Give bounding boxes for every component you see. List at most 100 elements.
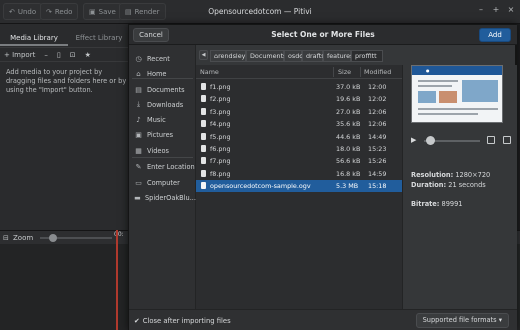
image-file-icon: [201, 145, 206, 152]
main-titlebar: ↶ Undo ↷ Redo ▣ Save ▤ Render Opensource…: [0, 0, 520, 24]
zoom-label: Zoom: [13, 234, 34, 242]
file-name: f4.png: [210, 120, 231, 129]
remove-icon[interactable]: –: [44, 51, 48, 59]
place-music[interactable]: ♪ Music: [129, 112, 196, 127]
file-preview: ● ▶ Resolution: 1280×720 Duration: 21 se…: [402, 65, 517, 309]
file-list: Name Size Modified f1.png 37.0 kB 12:00 f2.…: [196, 65, 402, 309]
close-after-import-checkbox[interactable]: ✔ Close after importing files: [134, 317, 231, 325]
film-icon: ▦: [135, 146, 142, 155]
dialog-header: Cancel Select One or More Files Add: [129, 25, 517, 45]
image-file-icon: [201, 107, 206, 115]
file-modified: 12:06: [368, 120, 387, 129]
path-scroll-left-icon[interactable]: ◀: [199, 50, 208, 60]
video-file-icon: [201, 182, 206, 190]
file-size: 35.6 kB: [336, 120, 361, 129]
place-label: Home: [147, 69, 167, 78]
star-icon[interactable]: ★: [85, 51, 91, 59]
file-modified: 12:06: [368, 107, 387, 116]
close-window-icon[interactable]: ×: [506, 5, 516, 15]
place-home[interactable]: ⌂ Home: [129, 66, 196, 81]
file-name: f2.png: [210, 95, 231, 104]
place-videos[interactable]: ▦ Videos: [129, 143, 196, 158]
file-row[interactable]: f5.png 44.6 kB 14:49: [196, 131, 402, 143]
path-crumb-drafts[interactable]: drafts: [302, 50, 325, 62]
file-name: f3.png: [210, 107, 231, 116]
image-file-icon: [201, 120, 206, 128]
place-label: Videos: [147, 146, 169, 155]
camera-icon: ▣: [135, 130, 142, 139]
volume-icon[interactable]: [503, 136, 511, 144]
place-documents[interactable]: ▤ Documents: [129, 82, 196, 97]
preview-seek-handle[interactable]: [425, 136, 435, 145]
path-crumb-documents[interactable]: Documents: [246, 50, 286, 62]
column-name[interactable]: Name: [200, 68, 219, 76]
file-modified: 12:02: [368, 95, 387, 104]
fullscreen-icon[interactable]: [487, 136, 495, 144]
dropdown-arrow-icon: ▾: [498, 316, 502, 324]
file-size: 18.0 kB: [336, 145, 361, 153]
file-row[interactable]: opensourcedotcom-sample.ogv 5.3 MB 15:18: [196, 180, 402, 193]
file-row[interactable]: f3.png 27.0 kB 12:06: [196, 106, 402, 118]
preview-controls: ▶: [411, 135, 511, 147]
file-size: 27.0 kB: [336, 107, 361, 116]
import-button[interactable]: + Import: [4, 51, 35, 59]
column-modified[interactable]: Modified: [364, 68, 391, 76]
path-crumb-features[interactable]: features: [323, 50, 353, 62]
file-chooser-dialog: Cancel Select One or More Files Add ◷ Rec…: [128, 24, 517, 330]
download-icon: ⤓: [136, 100, 141, 108]
maximize-icon[interactable]: +: [491, 5, 501, 15]
drive-icon: ▭: [135, 178, 142, 187]
zoom-slider-handle[interactable]: [49, 234, 57, 242]
media-library-hint: Add media to your project by dragging fi…: [6, 68, 127, 94]
image-file-icon: [201, 95, 206, 103]
path-bar: ◀ ⌂rendsley Documents osdc drafts features pr…: [196, 45, 517, 64]
place-label: Computer: [147, 178, 180, 187]
place-recent[interactable]: ◷ Recent: [129, 51, 196, 66]
file-row[interactable]: f1.png 37.0 kB 12:00: [196, 81, 402, 93]
add-button[interactable]: Add: [479, 28, 511, 42]
path-crumb-rendsley[interactable]: ⌂rendsley: [210, 50, 246, 62]
import-label: Import: [12, 50, 36, 59]
place-pictures[interactable]: ▣ Pictures: [129, 127, 196, 142]
file-name: f1.png: [210, 83, 231, 91]
checkmark-icon: ✔: [134, 317, 140, 325]
place-spideroakblu[interactable]: ▬ SpiderOakBlu...: [129, 190, 196, 205]
file-row[interactable]: f4.png 35.6 kB 12:06: [196, 118, 402, 130]
music-icon: ♪: [136, 115, 141, 124]
file-format-filter-dropdown[interactable]: Supported file formats ▾: [415, 313, 509, 328]
file-row[interactable]: f6.png 18.0 kB 15:23: [196, 143, 402, 155]
place-downloads[interactable]: ⤓ Downloads: [129, 97, 196, 112]
minimize-icon[interactable]: –: [476, 5, 486, 15]
place-enter-location[interactable]: ✎ Enter Location: [129, 159, 196, 174]
place-label: Enter Location: [147, 162, 195, 171]
duration-info: Duration: 21 seconds: [411, 181, 486, 189]
panel-tabs: Media Library Effect Library: [0, 30, 130, 46]
properties-icon[interactable]: ▯: [57, 51, 61, 59]
dialog-footer: ✔ Close after importing files Supported …: [129, 309, 517, 330]
column-size[interactable]: Size: [338, 68, 351, 76]
play-icon[interactable]: ▶: [411, 136, 416, 144]
place-computer[interactable]: ▭ Computer: [129, 175, 196, 190]
path-crumb-proffitt[interactable]: proffitt: [351, 50, 383, 62]
file-row[interactable]: f7.png 56.6 kB 15:26: [196, 155, 402, 167]
path-crumb-osdc[interactable]: osdc: [284, 50, 303, 62]
file-name: f7.png: [210, 157, 231, 166]
file-size: 16.8 kB: [336, 169, 361, 178]
file-row[interactable]: f8.png 16.8 kB 14:59: [196, 168, 402, 180]
window-title: Opensourcedotcom — Pitivi: [208, 7, 312, 16]
file-size: 56.6 kB: [336, 157, 361, 166]
tab-effect-library[interactable]: Effect Library: [68, 30, 130, 46]
insert-icon[interactable]: ⊡: [70, 51, 76, 59]
close-after-import-label: Close after importing files: [142, 317, 231, 325]
file-modified: 12:00: [368, 83, 387, 91]
place-label: Documents: [147, 85, 185, 94]
file-size: 19.6 kB: [336, 95, 361, 104]
file-row[interactable]: f2.png 19.6 kB 12:02: [196, 93, 402, 105]
playhead[interactable]: [116, 230, 118, 330]
tab-media-library[interactable]: Media Library: [0, 30, 68, 46]
zoom-icon: ⊟: [3, 234, 9, 242]
file-name: opensourcedotcom-sample.ogv: [210, 182, 311, 191]
file-modified: 15:18: [368, 182, 387, 191]
place-label: Pictures: [147, 130, 174, 139]
video-thumbnail: ●: [411, 65, 503, 123]
